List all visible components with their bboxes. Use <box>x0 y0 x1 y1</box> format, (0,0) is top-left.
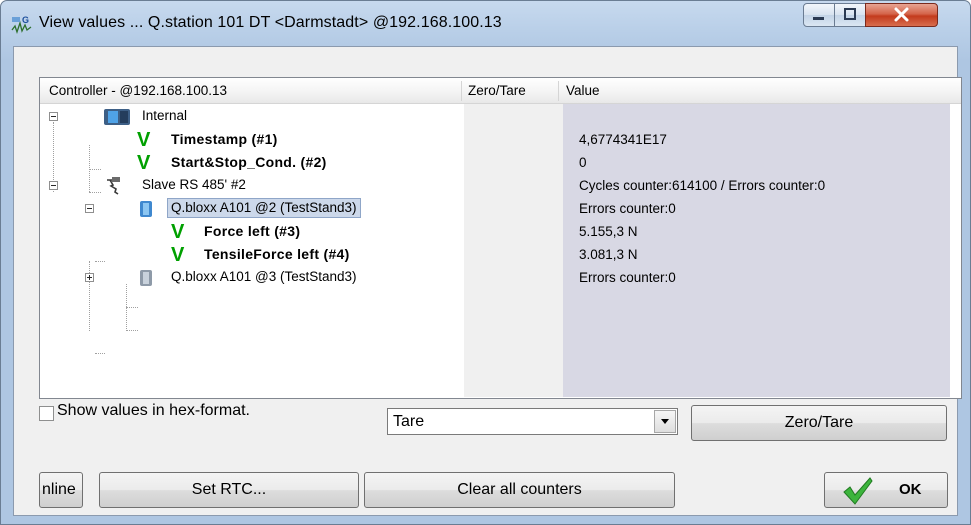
tree-row-timestamp[interactable]: V Timestamp (#1) 4,6774341E17 <box>40 128 961 151</box>
tree-item-label: Q.bloxx A101 @3 (TestStand3) <box>171 269 357 284</box>
zero-tare-mode-value: Tare <box>393 413 425 430</box>
tree-item-value: 3.081,3 N <box>579 247 638 262</box>
app-icon: G <box>11 15 32 35</box>
check-icon: V <box>137 152 151 174</box>
tree-item-label: Force left (#3) <box>204 223 301 239</box>
tree-row-internal[interactable]: Internal <box>40 105 961 128</box>
tree-item-label: Internal <box>142 108 188 123</box>
tree-item-label: Timestamp (#1) <box>171 131 278 147</box>
tree-line <box>126 330 138 332</box>
column-header-value[interactable]: Value <box>566 83 600 98</box>
window-title: View values ... Q.station 101 DT <Darmst… <box>39 14 502 31</box>
column-header-zero-tare[interactable]: Zero/Tare <box>468 83 526 98</box>
expand-toggle[interactable] <box>85 273 94 282</box>
tree-item-value: 0 <box>579 155 587 170</box>
module-icon <box>140 201 152 217</box>
tree-row-start-stop[interactable]: V Start&Stop_Cond. (#2) 0 <box>40 151 961 174</box>
tree-item-label: TensileForce left (#4) <box>204 246 350 262</box>
chevron-down-icon <box>661 419 669 424</box>
check-icon: V <box>137 129 151 151</box>
minimize-button[interactable] <box>803 3 835 27</box>
tree-item-label: Start&Stop_Cond. (#2) <box>171 154 327 170</box>
zero-tare-mode-select[interactable]: Tare <box>387 408 678 435</box>
hex-format-checkbox[interactable] <box>39 406 54 421</box>
ok-label: OK <box>899 481 922 498</box>
module-icon <box>140 270 152 286</box>
tree-row-qbloxx-2[interactable]: Q.bloxx A101 @2 (TestStand3) Errors coun… <box>40 197 961 220</box>
internal-device-icon <box>104 109 130 125</box>
collapse-toggle[interactable] <box>49 112 58 121</box>
close-button[interactable] <box>865 3 938 27</box>
tree-line <box>95 353 105 355</box>
tree-item-label: Slave RS 485' #2 <box>142 177 246 192</box>
check-icon: V <box>171 244 185 266</box>
tree-item-value: Errors counter:0 <box>579 201 676 216</box>
set-rtc-button[interactable]: Set RTC... <box>99 472 359 508</box>
maximize-icon <box>844 8 856 20</box>
zero-tare-button[interactable]: Zero/Tare <box>691 405 947 441</box>
hex-format-label[interactable]: Show values in hex-format. <box>57 402 250 420</box>
tree-item-value: 5.155,3 N <box>579 224 638 239</box>
tree-row-qbloxx-3[interactable]: Q.bloxx A101 @3 (TestStand3) Errors coun… <box>40 266 961 289</box>
values-tree[interactable]: Controller - @192.168.100.13 Zero/Tare V… <box>39 77 962 399</box>
tree-line <box>126 307 138 309</box>
minimize-icon <box>813 17 824 20</box>
svg-text:G: G <box>22 15 29 25</box>
tree-item-value: 4,6774341E17 <box>579 132 667 147</box>
title-bar[interactable]: G View values ... Q.station 101 DT <Darm… <box>1 1 970 45</box>
clear-all-counters-button[interactable]: Clear all counters <box>364 472 675 508</box>
tree-row-slave-rs485[interactable]: Slave RS 485' #2 Cycles counter:614100 /… <box>40 174 961 197</box>
close-icon <box>894 7 909 22</box>
check-icon: V <box>171 221 185 243</box>
column-divider[interactable] <box>461 81 462 101</box>
tree-row-force-left[interactable]: V Force left (#3) 5.155,3 N <box>40 220 961 243</box>
online-button[interactable]: nline <box>39 472 83 508</box>
collapse-toggle[interactable] <box>85 204 94 213</box>
ok-button[interactable]: OK <box>824 472 948 508</box>
checkmark-icon <box>843 477 873 505</box>
column-header-controller[interactable]: Controller - @192.168.100.13 <box>49 83 227 98</box>
dropdown-arrow-button[interactable] <box>654 410 676 433</box>
collapse-toggle[interactable] <box>49 181 58 190</box>
tree-item-value: Errors counter:0 <box>579 270 676 285</box>
view-values-window: G View values ... Q.station 101 DT <Darm… <box>0 0 971 525</box>
tree-row-tensileforce-left[interactable]: V TensileForce left (#4) 3.081,3 N <box>40 243 961 266</box>
tree-item-value: Cycles counter:614100 / Errors counter:0 <box>579 178 826 193</box>
cable-icon <box>107 177 120 195</box>
tree-header: Controller - @192.168.100.13 Zero/Tare V… <box>40 78 961 104</box>
column-divider[interactable] <box>558 81 559 101</box>
tree-item-label-selected: Q.bloxx A101 @2 (TestStand3) <box>167 198 361 218</box>
maximize-button[interactable] <box>834 3 866 27</box>
dialog-client-area: Controller - @192.168.100.13 Zero/Tare V… <box>13 46 962 516</box>
